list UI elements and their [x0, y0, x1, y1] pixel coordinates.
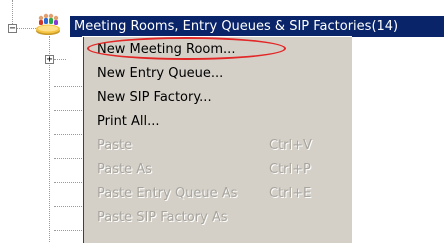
menu-item-label: Paste Entry Queue As — [97, 186, 238, 201]
tree-connector-line — [49, 36, 50, 242]
menu-item-paste[interactable]: Paste Ctrl+V — [83, 134, 352, 158]
menu-item-new-entry-queue[interactable]: New Entry Queue... — [83, 62, 352, 86]
tree-connector-line — [54, 86, 82, 87]
conference-people-icon[interactable] — [35, 10, 61, 36]
menu-item-print-all[interactable]: Print All... — [83, 110, 352, 134]
menu-item-shortcut: Ctrl+V — [269, 138, 312, 153]
menu-item-paste-as[interactable]: Paste As Ctrl+P — [83, 158, 352, 182]
tree-connector-line — [16, 28, 36, 29]
menu-item-new-sip-factory[interactable]: New SIP Factory... — [83, 86, 352, 110]
menu-item-label: Print All... — [97, 114, 160, 129]
tree-connector-line — [54, 230, 82, 231]
menu-item-label: Paste SIP Factory As — [97, 210, 228, 225]
menu-item-label: New Entry Queue... — [97, 66, 224, 81]
menu-item-paste-sip-factory-as[interactable]: Paste SIP Factory As — [83, 206, 352, 230]
context-menu: New Meeting Room... New Entry Queue... N… — [82, 36, 352, 243]
tree-connector-line — [12, 0, 13, 24]
menu-item-paste-entry-queue-as[interactable]: Paste Entry Queue As Ctrl+E — [83, 182, 352, 206]
tree-connector-line — [54, 134, 82, 135]
menu-item-new-meeting-room[interactable]: New Meeting Room... — [83, 38, 352, 62]
tree-connector-line — [54, 206, 82, 207]
tree-connector-line — [54, 110, 82, 111]
tree-root-label[interactable]: Meeting Rooms, Entry Queues & SIP Factor… — [70, 16, 444, 37]
expand-toggle[interactable]: + — [45, 55, 54, 65]
menu-item-label: Paste — [97, 138, 133, 153]
collapse-toggle[interactable]: − — [8, 24, 17, 34]
tree-connector-line — [54, 59, 66, 60]
tree-connector-line — [54, 158, 82, 159]
menu-item-label: New Meeting Room... — [97, 42, 236, 57]
menu-item-shortcut: Ctrl+P — [269, 162, 311, 177]
tree-connector-line — [54, 182, 82, 183]
menu-item-label: New SIP Factory... — [97, 90, 212, 105]
menu-item-label: Paste As — [97, 162, 152, 177]
menu-item-shortcut: Ctrl+E — [269, 186, 312, 201]
